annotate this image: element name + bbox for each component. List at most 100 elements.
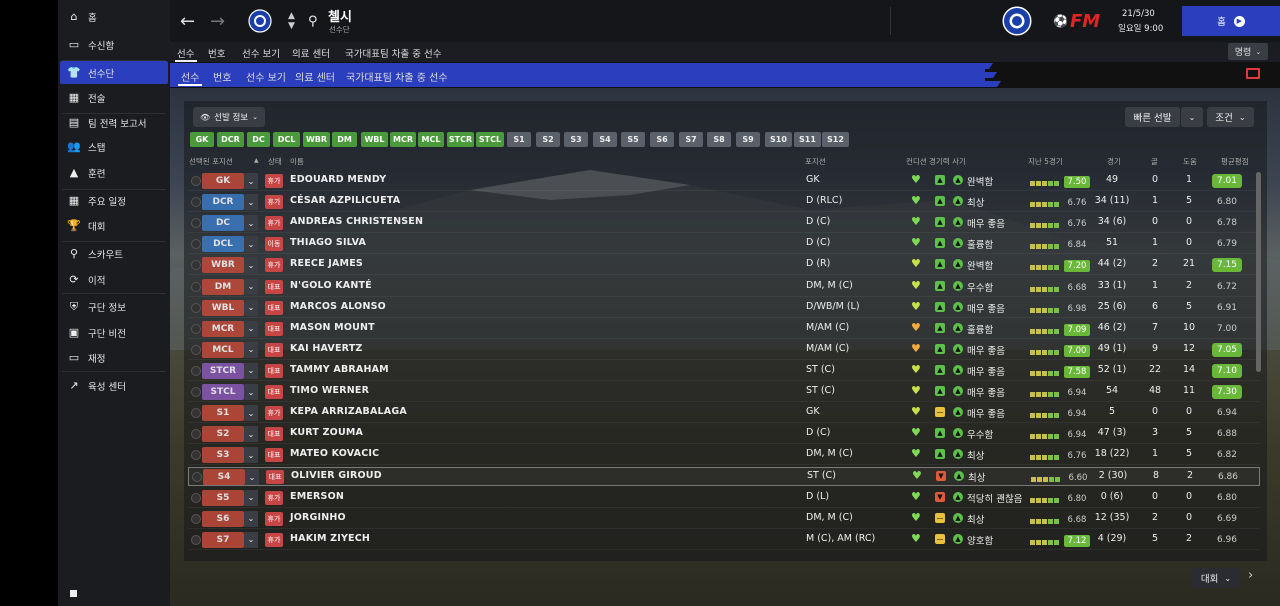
- position-slot[interactable]: S3: [202, 447, 244, 464]
- sidebar-item-inbox[interactable]: ▭ 수신함: [60, 33, 168, 56]
- position-slot[interactable]: S4: [203, 469, 245, 486]
- header-name[interactable]: 이름: [290, 156, 304, 167]
- chevron-down-icon[interactable]: ⌄: [244, 278, 258, 295]
- chevron-down-icon[interactable]: ⌄: [244, 531, 258, 548]
- chip-stcl[interactable]: STCL: [476, 132, 504, 147]
- header-apps[interactable]: 경기: [1107, 156, 1121, 167]
- position-slot[interactable]: S1: [202, 405, 244, 422]
- row-checkbox[interactable]: [191, 492, 201, 503]
- table-row[interactable]: MCL ⌄ 대표 KAI HAVERTZ M/AM (C) ♥ ▲ ▲ 매우 좋음 7.00 49 …: [188, 341, 1260, 360]
- chip-wbl[interactable]: WBL: [361, 132, 388, 147]
- chip-mcr[interactable]: MCR: [390, 132, 416, 147]
- table-row[interactable]: DCL ⌄ 이동 THIAGO SILVA D (C) ♥ ▲ ▲ 훌륭함 6.84 51 1 0 6.7…: [188, 235, 1260, 255]
- row-checkbox[interactable]: [191, 513, 201, 524]
- chip-s10[interactable]: S10: [765, 132, 792, 147]
- sidebar-item-scout[interactable]: ⚲ 스카우트: [60, 242, 168, 265]
- sort-arrow-icon[interactable]: ▲: [254, 157, 259, 164]
- player-name[interactable]: EMERSON: [290, 491, 344, 502]
- table-row[interactable]: DC ⌄ 휴가 ANDREAS CHRISTENSEN D (C) ♥ ▲ ▲ 매우 좋음 6.7…: [188, 214, 1260, 234]
- chip-s1[interactable]: S1: [507, 132, 531, 147]
- chevron-down-icon[interactable]: ⌄: [244, 489, 258, 506]
- quick-pick-dropdown[interactable]: ⌄: [1181, 107, 1203, 127]
- row-checkbox[interactable]: [191, 302, 201, 313]
- chevron-down-icon[interactable]: ⌄: [244, 257, 258, 274]
- sidebar-item-transfer[interactable]: ⟳ 이적: [60, 268, 168, 291]
- header-selected-pos[interactable]: 선택된 포지션: [189, 156, 233, 167]
- header-match-sharpness[interactable]: 경기력 사기: [929, 156, 966, 167]
- chevron-down-icon[interactable]: ⌄: [245, 469, 259, 486]
- chevron-down-icon[interactable]: ⌄: [244, 236, 258, 253]
- chevron-down-icon[interactable]: ⌄: [244, 426, 258, 443]
- table-row[interactable]: MCR ⌄ 대표 MASON MOUNT M/AM (C) ♥ ▲ ▲ 훌륭함 7.09 46 (2…: [188, 320, 1260, 339]
- position-slot[interactable]: GK: [202, 173, 244, 189]
- header-goals[interactable]: 골: [1151, 156, 1158, 167]
- player-name[interactable]: MARCOS ALONSO: [290, 301, 386, 312]
- chip-dcl[interactable]: DCL: [273, 132, 300, 147]
- position-slot[interactable]: STCL: [202, 384, 244, 400]
- header-avg-rating[interactable]: 평균평점: [1221, 156, 1249, 167]
- position-slot[interactable]: DC: [202, 215, 244, 232]
- forward-arrow-icon[interactable]: →: [210, 0, 225, 42]
- table-row[interactable]: S3 ⌄ 대표 MATEO KOVACIC DM, M (C) ♥ ▲ ▲ 최상 6.76 18 (…: [188, 446, 1260, 466]
- chevron-down-icon[interactable]: ⌄: [244, 320, 258, 337]
- chip-s8[interactable]: S8: [707, 132, 731, 147]
- competition-dropdown[interactable]: 대회 ⌄: [1192, 568, 1240, 588]
- chip-mcl[interactable]: MCL: [418, 132, 444, 147]
- chevron-down-icon[interactable]: ⌄: [244, 362, 258, 379]
- position-slot[interactable]: STCR: [202, 362, 244, 379]
- tab-3[interactable]: 의료 센터: [295, 69, 335, 84]
- row-checkbox[interactable]: [191, 323, 201, 334]
- row-checkbox[interactable]: [192, 472, 202, 483]
- sidebar-item-shirt[interactable]: 👕 선수단: [60, 61, 168, 84]
- position-slot[interactable]: WBL: [202, 299, 244, 316]
- table-row[interactable]: S2 ⌄ 대표 KURT ZOUMA D (C) ♥ ▲ ▲ 우수함 6.94 47 (3) 3 5 6.…: [188, 425, 1260, 445]
- row-checkbox[interactable]: [191, 534, 201, 545]
- row-checkbox[interactable]: [191, 281, 201, 292]
- table-row[interactable]: WBL ⌄ 대표 MARCOS ALONSO D/WB/M (L) ♥ ▲ ▲ 매우 좋음 6.9…: [188, 299, 1260, 318]
- sidebar-item-finance[interactable]: ▭ 재정: [60, 346, 168, 369]
- chip-wbr[interactable]: WBR: [303, 132, 330, 147]
- chevron-down-icon[interactable]: ⌄: [244, 194, 258, 211]
- club-switch-arrows-icon[interactable]: ▲ ▼: [288, 0, 295, 42]
- player-name[interactable]: THIAGO SILVA: [290, 237, 366, 248]
- table-row[interactable]: S5 ⌄ 휴가 EMERSON D (L) ♥ ▼ ▲ 적당히 괜찮음 6.80 0 (6) 0 0 6.…: [188, 489, 1260, 508]
- back-arrow-icon[interactable]: ←: [180, 0, 195, 42]
- tab-2[interactable]: 선수 보기: [246, 69, 286, 84]
- position-slot[interactable]: MCL: [202, 341, 244, 358]
- position-slot[interactable]: S2: [202, 426, 244, 443]
- chip-s12[interactable]: S12: [822, 132, 849, 147]
- sidebar-item-club-info[interactable]: ⛨ 구단 정보: [60, 295, 168, 318]
- table-row[interactable]: DM ⌄ 대표 N'GOLO KANTÉ DM, M (C) ♥ ▲ ▲ 우수함 6.68 33 (…: [188, 278, 1260, 297]
- player-name[interactable]: TAMMY ABRAHAM: [290, 364, 389, 375]
- sidebar-item-development[interactable]: ↗ 육성 센터: [60, 374, 168, 397]
- position-slot[interactable]: DM: [202, 278, 244, 295]
- screen-icon[interactable]: [1246, 68, 1260, 79]
- tab-0[interactable]: 선수: [181, 69, 199, 84]
- chip-dm[interactable]: DM: [332, 132, 357, 147]
- header-condition[interactable]: 컨디션: [906, 156, 927, 167]
- player-name[interactable]: CÉSAR AZPILICUETA: [290, 195, 400, 206]
- quick-pick-button[interactable]: 빠른 선발: [1125, 107, 1180, 127]
- table-row[interactable]: STCL ⌄ 대표 TIMO WERNER ST (C) ♥ ▲ ▲ 매우 좋음 6.94 54 48…: [188, 383, 1260, 402]
- chevron-down-icon[interactable]: ⌄: [244, 405, 258, 422]
- tab-1[interactable]: 번호: [213, 69, 231, 84]
- table-row[interactable]: S1 ⌄ 휴가 KEPA ARRIZABALAGA GK ♥ — ▲ 매우 좋음 6.94 5 0 0 6…: [188, 404, 1260, 424]
- chevron-down-icon[interactable]: ⌄: [244, 215, 258, 232]
- sidebar-item-calendar[interactable]: ▦ 주요 일정: [60, 189, 168, 212]
- table-row[interactable]: S7 ⌄ 휴가 HAKIM ZIYECH M (C), AM (RC) ♥ — ▲ 양호함 7.1…: [188, 531, 1260, 550]
- chip-s7[interactable]: S7: [679, 132, 703, 147]
- position-slot[interactable]: S6: [202, 510, 244, 527]
- row-checkbox[interactable]: [191, 176, 201, 186]
- header-position[interactable]: 포지션: [805, 156, 826, 167]
- chevron-down-icon[interactable]: ⌄: [244, 341, 258, 358]
- chip-s3[interactable]: S3: [564, 132, 588, 147]
- player-name[interactable]: KAI HAVERTZ: [290, 343, 363, 354]
- player-name[interactable]: ANDREAS CHRISTENSEN: [290, 216, 423, 227]
- chevron-down-icon[interactable]: ⌄: [244, 510, 258, 527]
- chip-dc[interactable]: DC: [247, 132, 270, 147]
- table-row[interactable]: STCR ⌄ 대표 TAMMY ABRAHAM ST (C) ♥ ▲ ▲ 매우 좋음 7.58 52…: [188, 362, 1260, 381]
- next-arrow-icon[interactable]: ›: [1248, 568, 1253, 583]
- search-icon[interactable]: ⚲: [308, 0, 318, 42]
- player-name[interactable]: KURT ZOUMA: [290, 427, 363, 438]
- sidebar-item-training[interactable]: ▲ 훈련: [60, 161, 168, 184]
